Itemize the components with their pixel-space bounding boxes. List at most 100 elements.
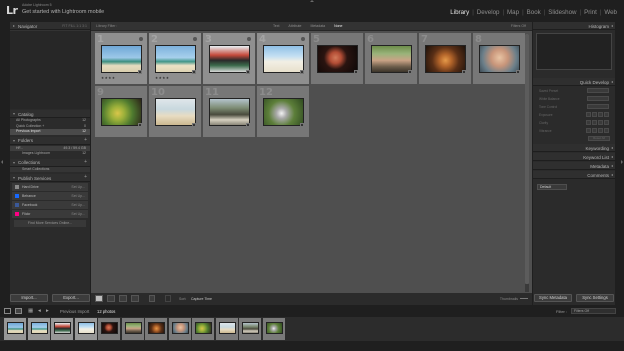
filmstrip-thumbnail[interactable]: [242, 322, 259, 334]
grid-cell[interactable]: 9: [95, 86, 148, 138]
publish-service-item[interactable]: Hard Drive Set Up...: [12, 183, 88, 191]
add-folder-icon[interactable]: +: [84, 137, 87, 143]
filmstrip-cell[interactable]: [239, 318, 262, 340]
keywording-header[interactable]: Keywording: [533, 144, 615, 152]
metadata-badge-icon[interactable]: [138, 123, 142, 127]
filmstrip-source[interactable]: Previous Import: [60, 309, 89, 314]
navigator-header[interactable]: Navigator FIT FILL 1:1 3:1: [10, 22, 90, 30]
catalog-item[interactable]: Previous Import 12: [10, 129, 90, 135]
module-book[interactable]: Book: [524, 9, 544, 16]
grid-cell[interactable]: 10: [149, 86, 202, 138]
secondary-window-icon[interactable]: [4, 308, 11, 314]
filmstrip-cell[interactable]: [121, 318, 145, 340]
quick-develop-select[interactable]: [587, 104, 609, 109]
filmstrip-thumbnail[interactable]: [265, 322, 283, 334]
metadata-badge-icon[interactable]: [246, 70, 250, 74]
quick-collection-icon[interactable]: [301, 37, 305, 41]
grid-cell[interactable]: 12: [257, 86, 310, 138]
add-service-icon[interactable]: +: [84, 174, 87, 180]
filmstrip-cell[interactable]: [192, 318, 215, 340]
filmstrip-cell[interactable]: [168, 318, 192, 340]
quick-collection-icon[interactable]: [247, 37, 251, 41]
histogram-header[interactable]: Histogram: [533, 22, 615, 30]
forward-arrow-icon[interactable]: ▸: [46, 308, 49, 314]
add-collection-icon[interactable]: +: [84, 159, 87, 165]
filter-tab-attribute[interactable]: Attribute: [288, 24, 301, 28]
module-map[interactable]: Map: [504, 9, 522, 16]
photo-thumbnail[interactable]: [155, 98, 196, 126]
photo-thumbnail[interactable]: [209, 45, 250, 73]
filmstrip-thumbnail[interactable]: [124, 322, 142, 334]
collections-header[interactable]: Collections +: [10, 158, 90, 167]
filmstrip-thumbnail[interactable]: [54, 322, 71, 334]
service-setup-link[interactable]: Set Up...: [71, 192, 85, 200]
find-more-services-button[interactable]: Find More Services Online...: [14, 220, 86, 227]
filmstrip-cell[interactable]: [262, 318, 286, 340]
reset-all-button[interactable]: Reset All: [588, 136, 610, 141]
filmstrip-filter-select[interactable]: Filters Off: [571, 308, 616, 314]
photo-thumbnail[interactable]: [209, 98, 250, 126]
photo-thumbnail[interactable]: [317, 45, 358, 73]
compare-view-icon[interactable]: [119, 295, 127, 302]
photo-thumbnail[interactable]: [425, 45, 466, 73]
loupe-view-icon[interactable]: [107, 295, 115, 302]
service-setup-link[interactable]: Set Up...: [71, 201, 85, 209]
grid-cell[interactable]: 2 ★★★★: [149, 33, 202, 85]
metadata-badge-icon[interactable]: [192, 123, 196, 127]
thumbnail-size-slider[interactable]: [520, 298, 528, 299]
filmstrip-thumbnail[interactable]: [148, 322, 165, 334]
grid-cell[interactable]: 5: [311, 33, 364, 85]
metadata-badge-icon[interactable]: [516, 70, 520, 74]
survey-view-icon[interactable]: [131, 295, 139, 302]
export-button[interactable]: Export...: [52, 294, 90, 302]
quick-develop-select[interactable]: [587, 88, 609, 93]
quick-develop-select[interactable]: [587, 96, 609, 101]
photo-thumbnail[interactable]: [479, 45, 520, 73]
back-arrow-icon[interactable]: ◂: [38, 308, 41, 314]
metadata-badge-icon[interactable]: [138, 70, 142, 74]
import-button[interactable]: Import...: [10, 294, 48, 302]
quick-develop-steppers[interactable]: [586, 128, 609, 133]
filmstrip-thumbnail[interactable]: [171, 322, 189, 334]
quick-develop-header[interactable]: Quick Develop: [533, 78, 615, 86]
quick-collection-icon[interactable]: [193, 37, 197, 41]
metadata-badge-icon[interactable]: [300, 70, 304, 74]
publish-service-item[interactable]: Behance Set Up...: [12, 192, 88, 200]
navigator-preview[interactable]: [10, 31, 90, 109]
sort-select[interactable]: Capture Time: [191, 297, 212, 301]
module-library[interactable]: Library: [447, 9, 472, 16]
grid-scrollbar[interactable]: [525, 34, 529, 292]
grid-cell[interactable]: 7: [419, 33, 472, 85]
grid-cell[interactable]: 4: [257, 33, 310, 85]
publish-service-item[interactable]: Facebook Set Up...: [12, 201, 88, 209]
filmstrip-cell[interactable]: [51, 318, 74, 340]
quick-develop-steppers[interactable]: [586, 120, 609, 125]
navigator-zoom-modes[interactable]: FIT FILL 1:1 3:1: [62, 24, 87, 28]
metadata-preset-select[interactable]: Default: [537, 184, 567, 190]
quick-collection-icon[interactable]: [139, 37, 143, 41]
photo-thumbnail[interactable]: [101, 45, 142, 73]
metadata-badge-icon[interactable]: [408, 70, 412, 74]
star-rating[interactable]: ★★★★: [101, 76, 116, 80]
photo-thumbnail[interactable]: [263, 45, 304, 73]
grid-cell[interactable]: 8: [473, 33, 526, 85]
grid-cell[interactable]: 6: [365, 33, 418, 85]
collapse-right-panel-icon[interactable]: [621, 160, 623, 164]
keyword-list-header[interactable]: Keyword List: [533, 153, 615, 161]
quick-develop-steppers[interactable]: [586, 112, 609, 117]
metadata-badge-icon[interactable]: [354, 70, 358, 74]
filmstrip-thumbnail[interactable]: [218, 322, 236, 334]
filmstrip-cell[interactable]: [74, 318, 98, 340]
photo-thumbnail[interactable]: [263, 98, 304, 126]
sort-direction-icon[interactable]: [165, 295, 171, 302]
filmstrip-thumbnail[interactable]: [101, 322, 118, 334]
folders-header[interactable]: Folders +: [10, 136, 90, 145]
filter-tab-text[interactable]: Text: [273, 24, 279, 28]
publish-services-header[interactable]: Publish Services +: [10, 174, 90, 182]
collapse-left-panel-icon[interactable]: [1, 160, 3, 164]
collapse-top-panel-icon[interactable]: [310, 0, 314, 2]
metadata-header[interactable]: Metadata: [533, 162, 615, 170]
photo-thumbnail[interactable]: [155, 45, 196, 73]
grid-icon[interactable]: ▦: [28, 308, 33, 314]
grid-cell[interactable]: 11: [203, 86, 256, 138]
